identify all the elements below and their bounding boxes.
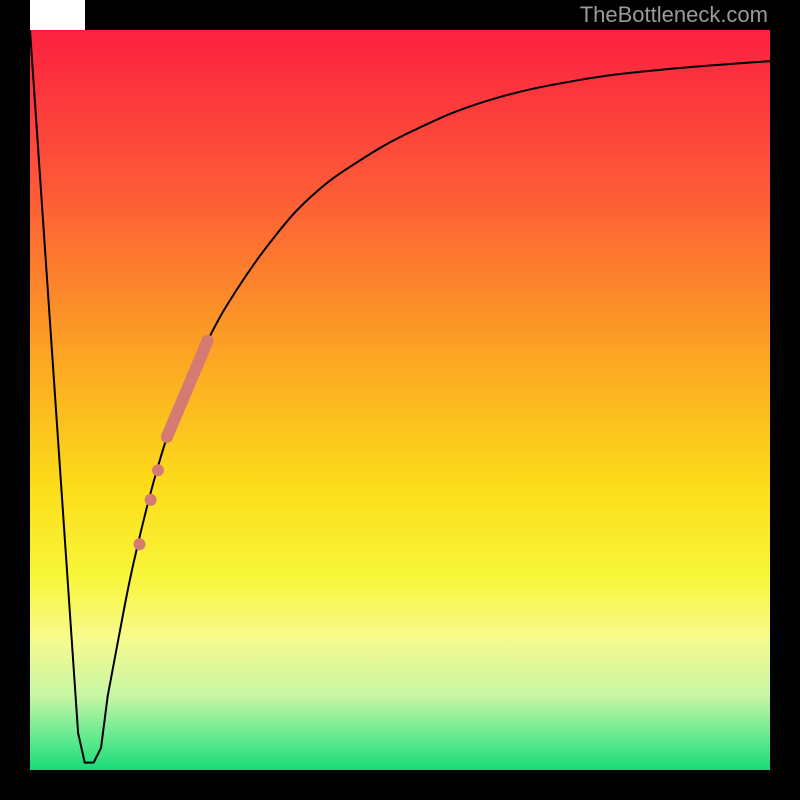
series-left-drop bbox=[30, 30, 108, 763]
frame-right bbox=[770, 0, 800, 800]
figure-root: TheBottleneck.com bbox=[0, 0, 800, 800]
watermark-text: TheBottleneck.com bbox=[580, 0, 800, 30]
plot-area bbox=[30, 30, 770, 770]
frame-notch bbox=[30, 0, 85, 30]
highlight-dots bbox=[134, 464, 165, 550]
highlight-dot bbox=[152, 464, 164, 476]
frame-bottom bbox=[0, 770, 800, 800]
highlight-dot bbox=[145, 494, 157, 506]
highlight-dot bbox=[134, 538, 146, 550]
series-rising-curve bbox=[108, 61, 770, 696]
highlight-band bbox=[167, 341, 208, 437]
frame-left bbox=[0, 0, 30, 800]
curve-layer bbox=[30, 30, 770, 770]
